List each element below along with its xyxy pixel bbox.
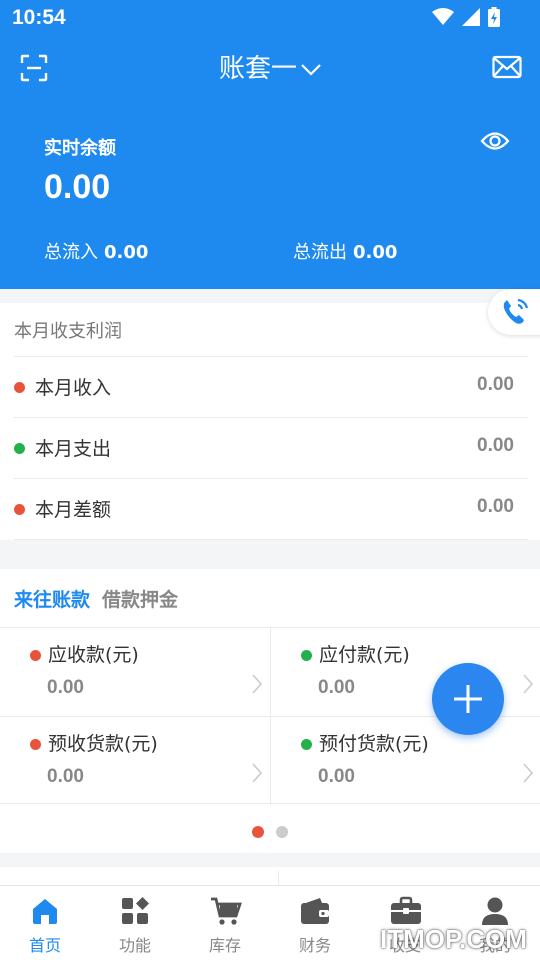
status-dot: [30, 650, 41, 661]
account-set-selector[interactable]: 账套一: [0, 48, 540, 85]
plus-icon: [454, 685, 482, 713]
chevron-right-icon: [252, 763, 262, 783]
cell-label: 预付货款(元): [319, 733, 429, 755]
cell-label: 预收货款(元): [48, 733, 158, 755]
chevron-down-icon: [301, 63, 321, 76]
phone-call-button[interactable]: [488, 289, 540, 335]
nav-home[interactable]: 首页: [0, 886, 90, 960]
page-dot-active[interactable]: [252, 826, 264, 838]
next-card: [0, 867, 540, 887]
status-dot: [14, 443, 25, 454]
accounts-tabs: 来往账款 借款押金: [14, 585, 190, 612]
status-bar: 10:54: [0, 0, 540, 36]
outflow-label: 总流出: [293, 242, 347, 263]
status-dot: [301, 739, 312, 750]
row-value: 0.00: [477, 496, 514, 517]
nav-label: 首页: [28, 936, 61, 955]
status-time: 10:54: [12, 6, 66, 29]
page-dot[interactable]: [276, 826, 288, 838]
nav-finance[interactable]: 财务: [270, 886, 360, 960]
signal-icon: [462, 8, 480, 26]
briefcase-icon: [391, 896, 421, 924]
status-dot: [301, 650, 312, 661]
nav-label: 库存: [208, 936, 241, 955]
cart-icon: [211, 897, 242, 925]
mail-icon[interactable]: [492, 54, 522, 80]
eye-icon[interactable]: [480, 128, 510, 154]
month-balance-row[interactable]: 本月差额 0.00: [14, 478, 528, 539]
user-icon: [482, 897, 508, 925]
balance-label: 实时余额: [44, 138, 116, 159]
battery-icon: [488, 7, 500, 27]
status-dot: [30, 739, 41, 750]
cell-value: 0.00: [47, 766, 84, 787]
chevron-right-icon: [252, 674, 262, 694]
inflow-value: 0.00: [104, 242, 149, 263]
row-value: 0.00: [477, 374, 514, 395]
row-label: 本月差额: [35, 499, 112, 521]
balance-value: 0.00: [44, 168, 111, 206]
cell-value: 0.00: [318, 677, 355, 698]
status-icons: [432, 7, 500, 27]
cell-label: 应付款(元): [319, 644, 410, 666]
divider: [14, 539, 528, 540]
nav-label: 财务: [298, 936, 331, 955]
outflow-value: 0.00: [353, 242, 398, 263]
wifi-icon: [432, 8, 454, 25]
month-profit-card: 本月收支利润 本月收入 0.00 本月支出 0.00 本月差额 0.00: [0, 303, 540, 540]
advance-receipt-cell[interactable]: 预收货款(元) 0.00: [0, 717, 270, 805]
advance-payment-cell[interactable]: 预付货款(元) 0.00: [271, 717, 540, 805]
page-indicator: [252, 826, 288, 838]
receivable-cell[interactable]: 应收款(元) 0.00: [0, 628, 270, 716]
nav-features[interactable]: 功能: [90, 886, 180, 960]
top-bar: 账套一: [0, 42, 540, 92]
add-button[interactable]: [432, 663, 504, 735]
status-dot: [14, 504, 25, 515]
cell-value: 0.00: [47, 677, 84, 698]
page-title: 账套一: [218, 54, 297, 84]
nav-label: 功能: [118, 936, 151, 955]
cell-value: 0.00: [318, 766, 355, 787]
header: 10:54 账套一 实时余额 0.00 总流入 0.00 总流出 0.00: [0, 0, 540, 289]
watermark-logo: ITMOP.COM: [380, 924, 527, 954]
month-income-row[interactable]: 本月收入 0.00: [14, 356, 528, 417]
total-inflow: 总流入 0.00: [44, 238, 148, 264]
status-dot: [14, 382, 25, 393]
home-icon: [33, 899, 57, 924]
tab-receivables-payables[interactable]: 来往账款: [14, 589, 90, 611]
chevron-right-icon: [523, 763, 533, 783]
phone-icon: [503, 298, 529, 324]
month-expense-row[interactable]: 本月支出 0.00: [14, 417, 528, 478]
tab-loans-deposits[interactable]: 借款押金: [102, 589, 178, 611]
row-label: 本月支出: [35, 438, 112, 460]
inflow-label: 总流入: [44, 242, 98, 263]
cell-label: 应收款(元): [48, 644, 139, 666]
wallet-icon: [301, 898, 329, 924]
nav-inventory[interactable]: 库存: [180, 886, 270, 960]
total-outflow: 总流出 0.00: [293, 238, 397, 264]
apps-icon: [122, 897, 149, 924]
chevron-right-icon: [523, 674, 533, 694]
row-value: 0.00: [477, 435, 514, 456]
month-profit-title: 本月收支利润: [14, 321, 122, 342]
row-label: 本月收入: [35, 377, 112, 399]
